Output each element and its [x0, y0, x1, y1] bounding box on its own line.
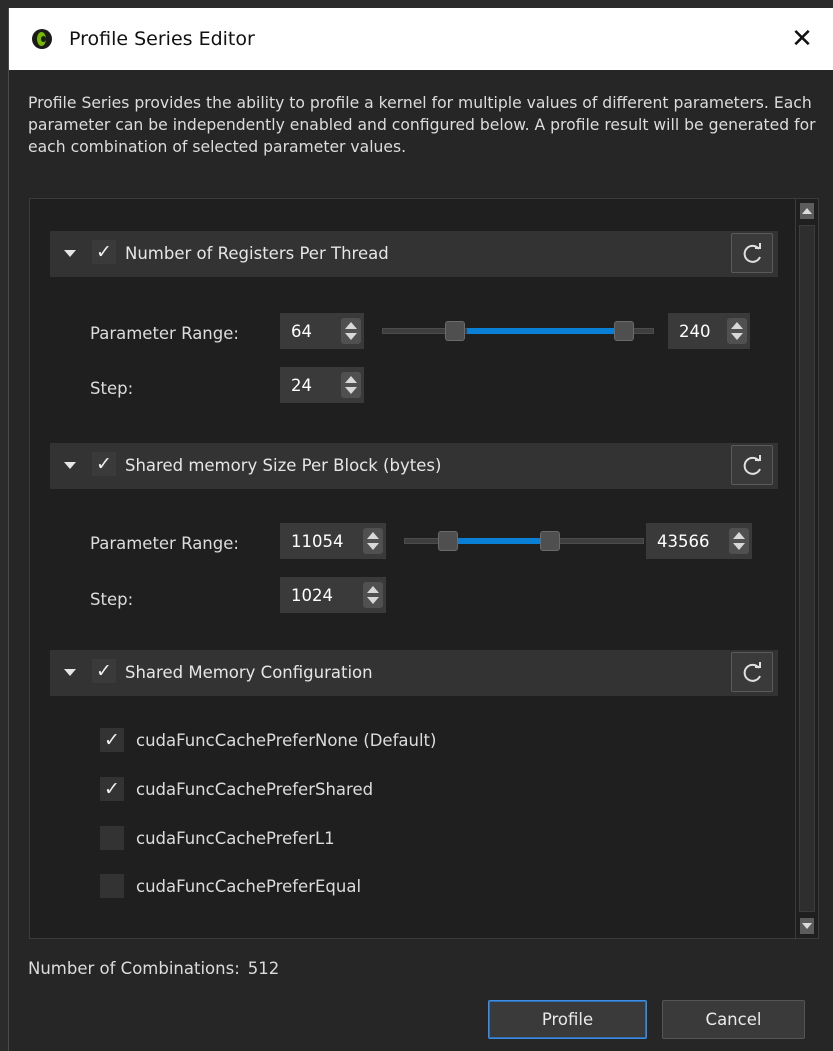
- refresh-icon: [743, 662, 761, 682]
- scroll-up-icon[interactable]: [800, 203, 814, 219]
- option-checkbox[interactable]: [100, 874, 124, 898]
- option-checkbox[interactable]: ✓: [100, 728, 124, 752]
- section-title-registers: Number of Registers Per Thread: [125, 244, 389, 263]
- section-title-shared-size: Shared memory Size Per Block (bytes): [125, 456, 442, 475]
- description-text: Profile Series provides the ability to p…: [28, 94, 816, 156]
- cancel-button[interactable]: Cancel: [662, 1000, 805, 1039]
- slider-selected-range: [458, 538, 548, 544]
- option-label: cudaFuncCachePreferShared: [136, 780, 374, 799]
- registers-step-spinbox[interactable]: 24: [280, 367, 364, 403]
- parameters-panel: ✓ Number of Registers Per Thread Paramet…: [29, 198, 819, 939]
- registers-min-spinbox[interactable]: 64: [280, 313, 364, 349]
- registers-max-spinbox[interactable]: 240: [668, 313, 750, 349]
- option-checkbox[interactable]: [100, 826, 124, 850]
- registers-max-value: 240: [679, 322, 711, 341]
- vertical-scrollbar[interactable]: [795, 199, 818, 938]
- spin-arrows-icon[interactable]: [341, 318, 361, 344]
- shared-size-step-value: 1024: [291, 586, 333, 605]
- refresh-button-shared-size[interactable]: [731, 445, 773, 485]
- spin-arrows-icon[interactable]: [341, 372, 361, 398]
- registers-range-slider[interactable]: [382, 321, 654, 341]
- spin-arrows-icon[interactable]: [729, 528, 749, 554]
- registers-step-value: 24: [291, 376, 312, 395]
- scrollbar-track[interactable]: [799, 225, 815, 912]
- option-checkbox[interactable]: ✓: [100, 777, 124, 801]
- shared-size-min-spinbox[interactable]: 11054: [280, 523, 386, 559]
- window-title: Profile Series Editor: [69, 28, 255, 50]
- registers-range-label: Parameter Range:: [90, 324, 239, 343]
- registers-step-label: Step:: [90, 379, 134, 398]
- option-label: cudaFuncCachePreferEqual: [136, 877, 362, 896]
- registers-enable-checkbox[interactable]: ✓: [92, 240, 116, 264]
- shared-size-min-value: 11054: [291, 532, 344, 551]
- spin-arrows-icon[interactable]: [363, 528, 383, 554]
- section-title-shared-config: Shared Memory Configuration: [125, 663, 373, 682]
- shared-size-max-spinbox[interactable]: 43566: [646, 523, 752, 559]
- shared-size-range-slider[interactable]: [404, 531, 644, 551]
- registers-min-value: 64: [291, 322, 312, 341]
- spin-arrows-icon[interactable]: [727, 318, 747, 344]
- refresh-button-shared-config[interactable]: [731, 652, 773, 692]
- section-header-shared-size: ✓ Shared memory Size Per Block (bytes): [50, 443, 778, 489]
- slider-max-handle[interactable]: [540, 531, 560, 551]
- title-bar: Profile Series Editor ✕: [9, 8, 833, 70]
- section-header-registers: ✓ Number of Registers Per Thread: [50, 231, 778, 277]
- combinations-label: Number of Combinations:: [28, 959, 240, 978]
- shared-size-enable-checkbox[interactable]: ✓: [92, 452, 116, 476]
- shared-size-step-spinbox[interactable]: 1024: [280, 577, 386, 613]
- profile-series-editor-dialog: Profile Series Editor ✕ Profile Series p…: [8, 8, 833, 1051]
- shared-size-range-label: Parameter Range:: [90, 534, 239, 553]
- scroll-down-icon[interactable]: [800, 918, 814, 934]
- expand-arrow-icon[interactable]: [64, 462, 76, 469]
- profile-button[interactable]: Profile: [488, 1000, 647, 1039]
- combinations-value: 512: [247, 959, 280, 978]
- expand-arrow-icon[interactable]: [64, 669, 76, 676]
- combinations-count: Number of Combinations: 512: [28, 959, 279, 978]
- app-logo-icon: [32, 29, 52, 49]
- refresh-icon: [743, 455, 761, 475]
- shared-size-max-value: 43566: [657, 532, 710, 551]
- option-label: cudaFuncCachePreferNone (Default): [136, 731, 437, 750]
- shared-size-step-label: Step:: [90, 590, 134, 609]
- slider-min-handle[interactable]: [438, 531, 458, 551]
- option-label: cudaFuncCachePreferL1: [136, 829, 335, 848]
- expand-arrow-icon[interactable]: [64, 250, 76, 257]
- close-icon[interactable]: ✕: [782, 19, 822, 59]
- refresh-button-registers[interactable]: [731, 233, 773, 273]
- section-header-shared-config: ✓ Shared Memory Configuration: [50, 650, 778, 696]
- slider-min-handle[interactable]: [445, 321, 465, 341]
- shared-config-enable-checkbox[interactable]: ✓: [92, 659, 116, 683]
- slider-selected-range: [467, 328, 632, 334]
- slider-max-handle[interactable]: [614, 321, 634, 341]
- spin-arrows-icon[interactable]: [363, 582, 383, 608]
- refresh-icon: [743, 243, 761, 263]
